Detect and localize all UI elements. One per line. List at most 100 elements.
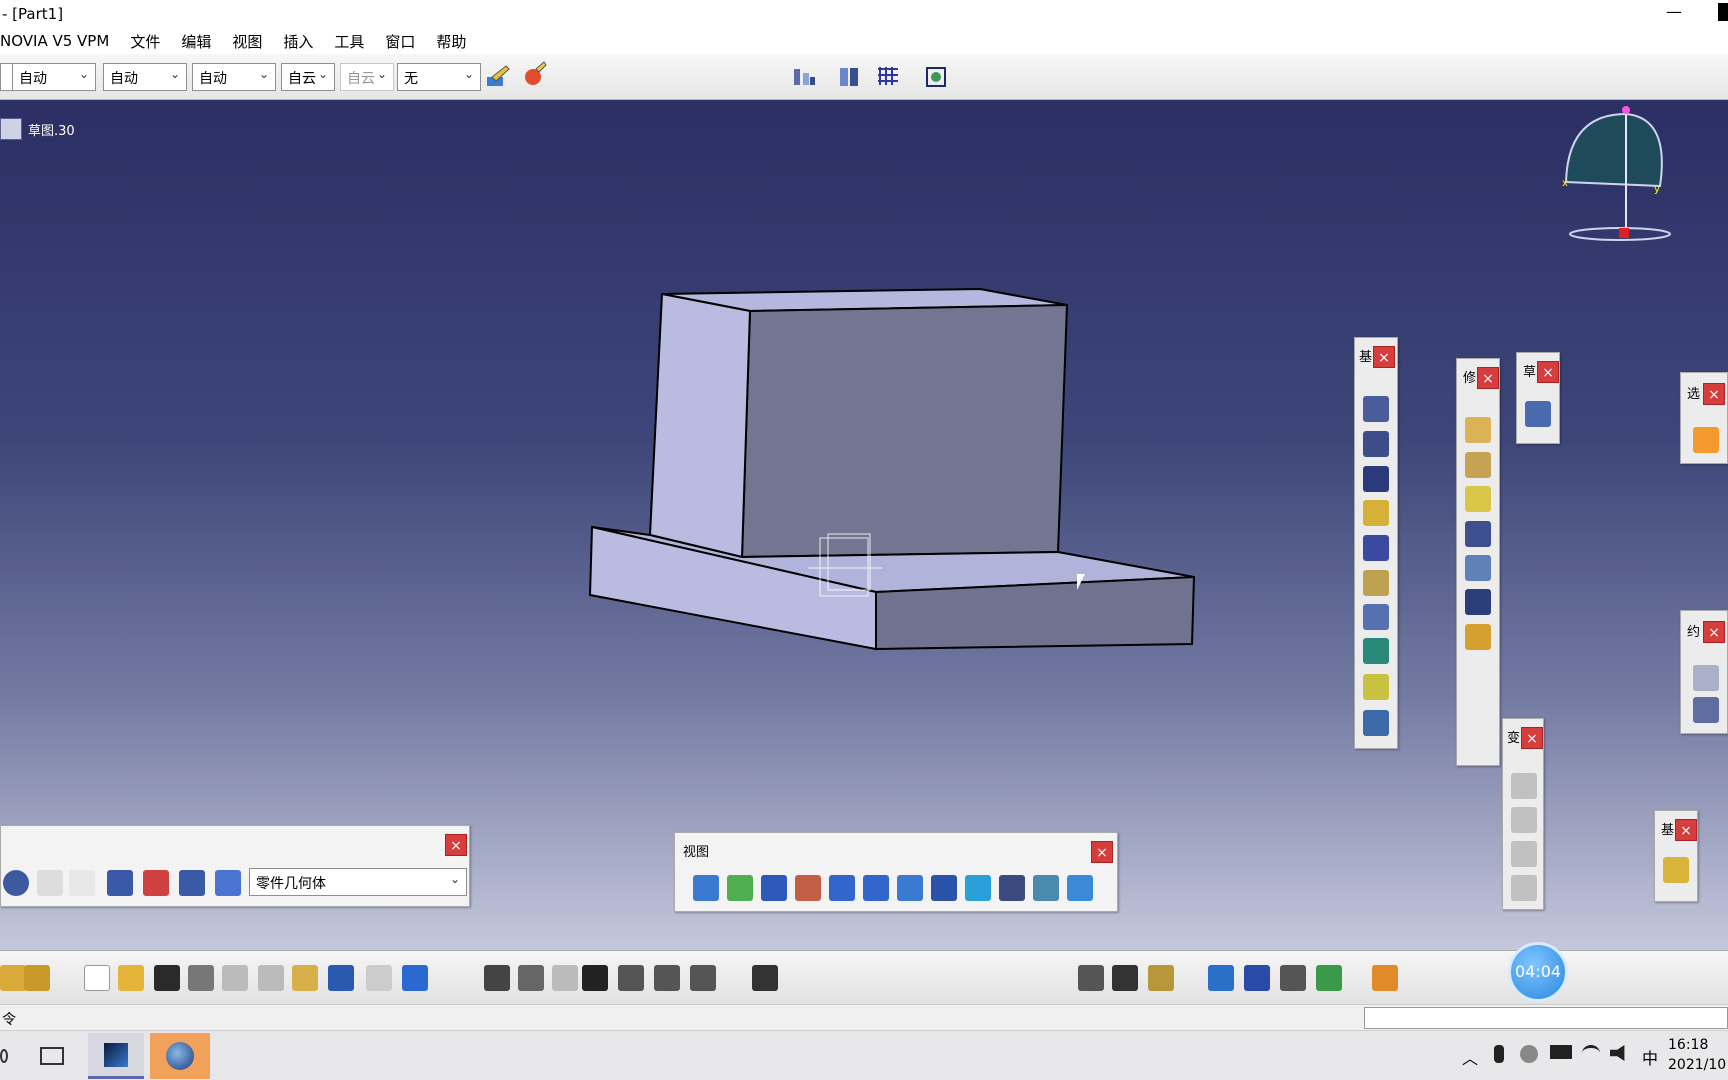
layer-combo[interactable]: 无 ⌄	[397, 63, 481, 91]
taskbar-app-browser[interactable]	[150, 1033, 210, 1079]
body-select-combo[interactable]: 零件几何体 ⌄	[249, 868, 467, 896]
thickness-icon[interactable]	[1465, 555, 1491, 581]
close-icon[interactable]: ×	[1477, 367, 1499, 389]
knowledge-advisor-icon[interactable]	[518, 965, 544, 991]
translate-icon[interactable]	[1511, 773, 1537, 799]
minimize-button[interactable]: —	[1666, 2, 1682, 21]
line-type-combo[interactable]: 自动 ⌄	[192, 63, 276, 91]
surface-analysis-icon[interactable]	[1244, 965, 1270, 991]
spec-tree-icon[interactable]	[790, 63, 818, 91]
layer-tool-icon[interactable]	[24, 965, 50, 991]
camera-icon[interactable]	[752, 965, 778, 991]
zoom-in-icon[interactable]	[829, 875, 855, 901]
body-icon[interactable]	[107, 870, 133, 896]
zoom-out-icon[interactable]	[863, 875, 889, 901]
equivalent-dimensions-icon[interactable]	[690, 965, 716, 991]
symmetry-icon[interactable]	[1511, 841, 1537, 867]
wifi-icon[interactable]	[1582, 1045, 1600, 1061]
hierarchy-icon[interactable]	[179, 870, 205, 896]
constraint-icon[interactable]	[1693, 665, 1719, 691]
paintbrush-icon[interactable]	[484, 63, 512, 91]
undo-icon[interactable]	[328, 965, 354, 991]
edge-fillet-icon[interactable]	[1465, 417, 1491, 443]
fit-all-in-icon[interactable]	[727, 875, 753, 901]
close-icon[interactable]: ×	[1675, 819, 1697, 841]
taskbar-app-catia[interactable]	[88, 1033, 144, 1079]
menu-item-tools[interactable]: 工具	[334, 31, 364, 52]
measure-numeric-icon[interactable]	[69, 870, 95, 896]
measure-between-icon[interactable]	[1078, 965, 1104, 991]
sketch-tool-icon[interactable]	[0, 965, 26, 991]
fit-all-icon[interactable]	[922, 63, 950, 91]
draft-analysis-icon[interactable]	[1280, 965, 1306, 991]
whats-this-icon[interactable]	[402, 965, 428, 991]
chamfer-icon[interactable]	[1465, 452, 1491, 478]
compass-tool-icon[interactable]	[836, 63, 864, 91]
close-icon[interactable]: ×	[1703, 621, 1725, 643]
sketch-icon[interactable]	[1525, 401, 1551, 427]
hide-show-icon[interactable]	[1033, 875, 1059, 901]
close-icon[interactable]: ×	[1537, 361, 1559, 383]
close-icon[interactable]: ×	[1703, 383, 1725, 405]
close-icon[interactable]: ×	[1091, 841, 1113, 863]
stiffener-icon[interactable]	[1363, 638, 1389, 664]
menu-item-app[interactable]: NOVIA V5 VPM	[0, 32, 109, 50]
search-icon[interactable]	[0, 1049, 8, 1063]
menu-item-help[interactable]: 帮助	[436, 31, 466, 52]
instant-2d-icon[interactable]	[143, 870, 169, 896]
multi-view-icon[interactable]	[931, 875, 957, 901]
3d-viewport[interactable]: 草图.30 x y 基 × 修 × 草 × 选 × 约 × 变 × 基 × × …	[0, 100, 1728, 950]
mirror-icon[interactable]	[1511, 875, 1537, 901]
microphone-icon[interactable]	[1494, 1045, 1504, 1063]
plane-icon[interactable]	[1663, 857, 1689, 883]
new-file-icon[interactable]	[84, 965, 110, 991]
app-tray-icon[interactable]	[1520, 1045, 1538, 1063]
command-input[interactable]	[1364, 1007, 1728, 1029]
tray-chevron-icon[interactable]: ︿	[1462, 1045, 1478, 1069]
menu-item-edit[interactable]: 编辑	[181, 31, 211, 52]
line-color-combo[interactable]: 自动 ⌄	[103, 63, 187, 91]
material-icon[interactable]	[520, 60, 548, 88]
recording-timer[interactable]: 04:04	[1508, 942, 1568, 1002]
task-view-icon[interactable]	[40, 1047, 64, 1065]
swap-space-icon[interactable]	[1067, 875, 1093, 901]
rotate-icon[interactable]	[1511, 807, 1537, 833]
catalog-icon[interactable]	[618, 965, 644, 991]
shading-icon[interactable]	[999, 875, 1025, 901]
pad-icon[interactable]	[1363, 396, 1389, 422]
lock-icon[interactable]	[654, 965, 680, 991]
pan-icon[interactable]	[761, 875, 787, 901]
work-object-icon[interactable]	[215, 870, 241, 896]
groove-icon[interactable]	[1363, 500, 1389, 526]
paste-icon[interactable]	[292, 965, 318, 991]
design-table-icon[interactable]	[582, 965, 608, 991]
pocket-icon[interactable]	[1363, 431, 1389, 457]
thread-icon[interactable]	[1465, 589, 1491, 615]
point-symbol-combo[interactable]: 自云 ⌄	[340, 63, 394, 91]
macro-icon[interactable]	[1372, 965, 1398, 991]
menu-item-view[interactable]: 视图	[232, 31, 262, 52]
cut-icon[interactable]	[222, 965, 248, 991]
rotate-view-icon[interactable]	[795, 875, 821, 901]
loft-icon[interactable]	[1363, 674, 1389, 700]
close-icon[interactable]: ×	[1521, 727, 1543, 749]
draft-icon[interactable]	[1465, 486, 1491, 512]
measure-item-icon[interactable]	[1112, 965, 1138, 991]
system-clock[interactable]: 16:18 2021/10	[1668, 1035, 1726, 1075]
save-icon[interactable]	[154, 965, 180, 991]
grid-icon[interactable]	[874, 63, 902, 91]
isometric-view-icon[interactable]	[965, 875, 991, 901]
menu-item-insert[interactable]: 插入	[283, 31, 313, 52]
remove-face-icon[interactable]	[1465, 624, 1491, 650]
rib-icon[interactable]	[1363, 570, 1389, 596]
battery-icon[interactable]	[1550, 1045, 1572, 1059]
shaft-icon[interactable]	[1363, 466, 1389, 492]
anchor-icon[interactable]	[1693, 697, 1719, 723]
removed-loft-icon[interactable]	[1363, 710, 1389, 736]
apply-material-icon[interactable]	[1208, 965, 1234, 991]
formula-icon[interactable]	[484, 965, 510, 991]
compass-widget[interactable]: x y	[1560, 100, 1680, 260]
fill-color-combo[interactable]: 自动 ⌄	[12, 63, 96, 91]
redo-icon[interactable]	[366, 965, 392, 991]
close-icon[interactable]: ×	[1373, 346, 1395, 368]
